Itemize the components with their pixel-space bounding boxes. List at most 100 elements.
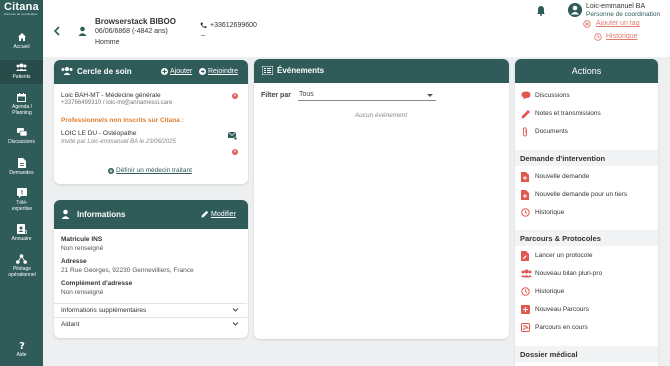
evenements-card: Événements Filter par Tous Aucun événeme… [254, 59, 509, 339]
define-doctor-link[interactable]: Définir un médecin traitant [116, 167, 192, 174]
chat-icon [16, 128, 27, 137]
document-add-icon [521, 172, 529, 182]
nav-pilotage[interactable]: Pilotage opérationnel [0, 254, 43, 278]
bell-icon[interactable] [536, 5, 546, 16]
remove-pro-icon[interactable]: ✕ [232, 149, 238, 155]
nav-label: Agenda / Planning [11, 104, 33, 116]
patient-name: Browserstack BIBOO [95, 17, 176, 26]
accordion-aidant[interactable]: Aidant [54, 317, 247, 330]
group-icon [61, 67, 73, 75]
accordion-label: Informations supplémentaires [61, 307, 147, 314]
document-edit-icon [521, 251, 529, 261]
nav-label: Annuaire [11, 236, 32, 242]
filter-value: Tous [299, 91, 314, 98]
nav-label: Discussions [8, 139, 35, 145]
patient-header: Browserstack BIBOO 06/06/6868 (-4842 ans… [43, 0, 670, 57]
accordion-label: Aidant [61, 321, 80, 328]
edit-icon [201, 210, 209, 218]
card-title: Cercle de soin [77, 67, 132, 76]
cercle-de-soin-card: Cercle de soin Ajouter Rejoindre Loic BA… [54, 60, 248, 184]
nav-label: Aide [16, 352, 27, 358]
action-label: Lancer un protocole [535, 252, 593, 259]
nav-agenda[interactable]: Agenda / Planning [0, 93, 43, 116]
network-icon [16, 254, 27, 264]
field-value: Non renseigné [61, 289, 104, 296]
citana-logo[interactable]: Citana Parcours de coordination [4, 1, 44, 16]
edit-link[interactable]: Modifier [211, 211, 236, 218]
svg-text:!: ! [20, 190, 23, 197]
timeline-icon [262, 66, 273, 75]
nav-patients[interactable]: Patients [0, 60, 43, 84]
action-label: Nouveau Parcours [535, 306, 589, 313]
nav-demandes[interactable]: Demandes [0, 158, 43, 176]
back-arrow-icon[interactable] [53, 26, 61, 36]
directory-icon [16, 224, 27, 234]
patient-phone: +33612699600 [210, 22, 257, 29]
patient-avatar-icon [78, 26, 87, 36]
arrow-circle-icon [199, 68, 206, 75]
nav-label: Pilotage opérationnel [8, 266, 36, 278]
empty-state: Aucun événement [354, 112, 408, 119]
nav-discussions[interactable]: Discussions [0, 128, 43, 145]
add-square-icon [521, 305, 530, 314]
action-label: Historique [535, 209, 565, 216]
chevron-down-icon [232, 322, 239, 326]
nav-teleexpertise[interactable]: ! Télé-expertise [0, 188, 43, 212]
pen-icon [521, 110, 530, 119]
remove-member-icon[interactable]: ✕ [232, 93, 238, 99]
calendar-icon [17, 93, 26, 102]
add-member-link[interactable]: Ajouter [170, 68, 192, 75]
action-label: Documents [535, 128, 568, 135]
section-parcours-protocoles: Parcours & Protocoles [515, 230, 658, 246]
nav-label: Télé-expertise [11, 200, 33, 212]
help-icon: ? [19, 341, 25, 350]
patients-icon [16, 63, 27, 71]
card-header: Événements [254, 59, 509, 83]
action-label: Nouveau bilan pluri-pro [535, 270, 603, 277]
teleexpertise-icon: ! [16, 188, 27, 198]
member-contact: +33766499310 / loic-mt@annamessi.care [61, 100, 173, 106]
patient-phone-secondary: – [201, 32, 205, 39]
field-label: Adresse [61, 258, 87, 265]
sidebar: Citana Parcours de coordination Accueil … [0, 0, 43, 366]
field-value: 21 Rue Georges, 92230 Gennevilliers, Fra… [61, 267, 194, 274]
patient-sex: Homme [95, 39, 120, 46]
attachment-icon [523, 127, 527, 137]
person-icon [61, 209, 70, 219]
route-icon [521, 323, 530, 332]
user-avatar-icon[interactable] [568, 3, 582, 17]
history-link[interactable]: Historique [606, 33, 638, 40]
join-link[interactable]: Rejoindre [208, 68, 238, 75]
field-label: Matricule INS [61, 236, 103, 243]
card-header: Informations Modifier [54, 200, 248, 229]
dropdown-arrow-icon [427, 94, 433, 97]
nav-annuaire[interactable]: Annuaire [0, 224, 43, 242]
section-title: Dossier médical [520, 350, 578, 359]
chat-icon [521, 91, 531, 100]
document-icon [17, 158, 26, 168]
member-name: Loic BAH-MT - Médecine générale [61, 92, 161, 99]
patient-dob: 06/06/6868 (-4842 ans) [95, 28, 168, 35]
action-label: Notes et transmissions [535, 110, 601, 117]
action-label: Nouvelle demande pour un tiers [535, 191, 628, 198]
non-registered-heading: Professionnels non inscrits sur Citana : [61, 117, 184, 124]
card-title: Événements [277, 66, 325, 75]
filter-select[interactable]: Tous [298, 90, 436, 101]
action-label: Parcours en cours [535, 324, 588, 331]
nav-accueil[interactable]: Accueil [0, 32, 43, 50]
nav-aide[interactable]: ? Aide [0, 340, 43, 358]
filter-label: Filter par [261, 92, 291, 99]
add-circle-icon [583, 20, 591, 28]
card-title: Informations [77, 210, 126, 219]
accordion-informations-supplementaires[interactable]: Informations supplémentaires [54, 303, 247, 316]
user-name: Loic-emmanuel BA [586, 3, 646, 10]
pro-name: LOIC LE DU - Ostéopathe [61, 130, 137, 137]
action-label: Discussions [535, 92, 570, 99]
section-dossier-medical: Dossier médical [515, 346, 658, 362]
mail-icon[interactable] [228, 132, 237, 140]
history-icon [594, 33, 602, 41]
informations-card: Informations Modifier Matricule INS Non … [54, 200, 248, 338]
nav-label: Patients [12, 74, 31, 80]
add-tag-link[interactable]: Ajouter un tag [596, 20, 640, 27]
action-label: Nouvelle demande [535, 173, 590, 180]
